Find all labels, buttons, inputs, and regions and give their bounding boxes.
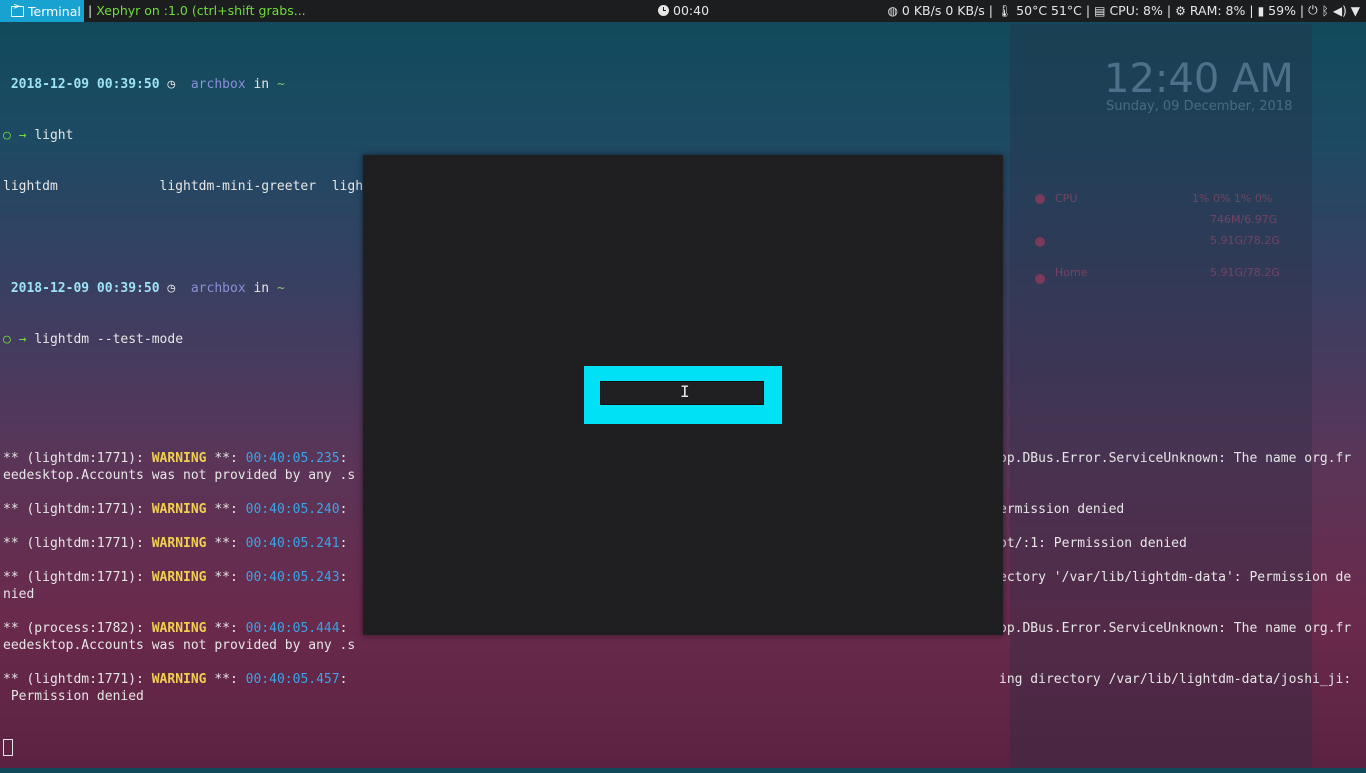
window-title-text: Xephyr on :1.0 (ctrl+shift grabs... — [96, 3, 306, 18]
temperature: 50°C 51°C | — [1016, 3, 1091, 18]
cursor-line — [3, 739, 1363, 756]
command-text: light — [34, 128, 74, 143]
status-area: ◍ 0 KB/s 0 KB/s | 🌡 50°C 51°C | ▤ CPU: 8… — [887, 3, 1360, 18]
prompt-arrow-icon: ○ → — [3, 128, 27, 143]
warning-source: ** (lightdm:1771): — [3, 502, 152, 517]
globe-icon: ◍ — [887, 3, 898, 18]
warning-message: ing directory /var/lib/lightdm-data/josh… — [999, 672, 1352, 687]
bluetooth-icon[interactable]: ᛒ — [1322, 4, 1329, 18]
prompt-timestamp: 2018-12-09 00:39:50 — [10, 77, 160, 92]
warning-source: ** (lightdm:1771): — [3, 451, 152, 466]
warning-message: op.DBus.Error.ServiceUnknown: The name o… — [999, 451, 1352, 466]
warning-time: 00:40:05.241 — [245, 536, 340, 551]
warning-colon: : — [339, 570, 356, 585]
warning-stars: **: — [206, 621, 246, 636]
warning-label: WARNING — [151, 536, 207, 551]
warning-label: WARNING — [151, 451, 207, 466]
terminal-taskbar-button[interactable]: Terminal — [0, 0, 84, 22]
warning-time: 00:40:05.240 — [245, 502, 340, 517]
command-line: ○ → light — [3, 127, 1363, 144]
network-speed: 0 KB/s 0 KB/s | — [901, 3, 993, 18]
terminal-icon — [11, 2, 24, 17]
warning-source: ** (lightdm:1771): — [3, 536, 152, 551]
clock-glyph-icon: ◷ — [167, 77, 176, 92]
warning-time: 00:40:05.235 — [245, 451, 340, 466]
power-icon[interactable]: ⏻ — [1308, 3, 1318, 18]
warning-time: 00:40:05.444 — [245, 621, 340, 636]
warning-colon: : — [339, 621, 356, 636]
terminal-label: Terminal — [28, 3, 81, 19]
terminal-cursor — [3, 739, 13, 756]
warning-stars: **: — [206, 672, 246, 687]
warning-stars: **: — [206, 536, 246, 551]
wifi-icon[interactable]: ▼ — [1351, 4, 1360, 18]
top-panel: Terminal | Xephyr on :1.0 (ctrl+shift gr… — [0, 0, 1366, 22]
warning-colon: : — [339, 502, 356, 517]
warning-colon: : — [339, 672, 356, 687]
xephyr-window[interactable]: I — [363, 155, 1003, 635]
warning-stars: **: — [206, 451, 246, 466]
volume-icon[interactable]: ◀) — [1333, 4, 1347, 18]
prompt-line: 2018-12-09 00:39:50 ◷ archbox in ~ — [3, 76, 1363, 93]
prompt-dir: ~ — [276, 77, 285, 92]
battery-level: 59% | — [1268, 3, 1305, 18]
warning-line: ** (lightdm:1771): WARNING **: 00:40:05.… — [3, 671, 1363, 688]
text-cursor-icon: I — [680, 382, 690, 401]
warning-message: op.DBus.Error.ServiceUnknown: The name o… — [999, 621, 1352, 636]
warning-stars: **: — [206, 570, 246, 585]
warning-source: ** (lightdm:1771): — [3, 672, 152, 687]
warning-stars: **: — [206, 502, 246, 517]
warning-colon: : — [339, 536, 356, 551]
thermometer-icon: 🌡 — [996, 3, 1013, 18]
warning-label: WARNING — [151, 502, 207, 517]
warning-label: WARNING — [151, 621, 207, 636]
greeter-login-box: I — [584, 366, 782, 424]
warning-continuation: eedesktop.Accounts was not provided by a… — [3, 638, 356, 653]
active-window-title: | Xephyr on :1.0 (ctrl+shift grabs... — [88, 3, 306, 18]
ram-usage: RAM: 8% | — [1189, 3, 1254, 18]
warning-time: 00:40:05.457 — [245, 672, 340, 687]
warning-message: ectory '/var/lib/lightdm-data': Permissi… — [999, 570, 1352, 585]
clock-icon — [658, 5, 669, 16]
warning-source: ** (lightdm:1771): — [3, 570, 152, 585]
prompt-in: in — [253, 281, 270, 296]
cpu-usage: CPU: 8% | — [1109, 3, 1172, 18]
warning-message: ot/:1: Permission denied — [999, 536, 1187, 551]
warning-source: ** (process:1782): — [3, 621, 152, 636]
warning-label: WARNING — [151, 570, 207, 585]
prompt-host: archbox — [190, 281, 246, 296]
memory-icon: ⚙ — [1175, 3, 1186, 18]
prompt-dir: ~ — [276, 281, 285, 296]
clock-glyph-icon: ◷ — [167, 281, 176, 296]
warning-colon: : — [339, 451, 356, 466]
battery-icon: ▮ — [1257, 3, 1265, 18]
prompt-arrow-icon: ○ → — [3, 332, 27, 347]
command-text: lightdm --test-mode — [34, 332, 184, 347]
panel-clock[interactable]: 00:40 — [658, 3, 709, 18]
warning-label: WARNING — [151, 672, 207, 687]
warning-time: 00:40:05.243 — [245, 570, 340, 585]
prompt-in: in — [253, 77, 270, 92]
prompt-host: archbox — [190, 77, 246, 92]
cpu-icon: ▤ — [1094, 3, 1106, 18]
warning-message: ermission denied — [999, 502, 1125, 517]
prompt-timestamp: 2018-12-09 00:39:50 — [10, 281, 160, 296]
clock-text: 00:40 — [673, 3, 710, 18]
warning-continuation: Permission denied — [3, 689, 144, 704]
